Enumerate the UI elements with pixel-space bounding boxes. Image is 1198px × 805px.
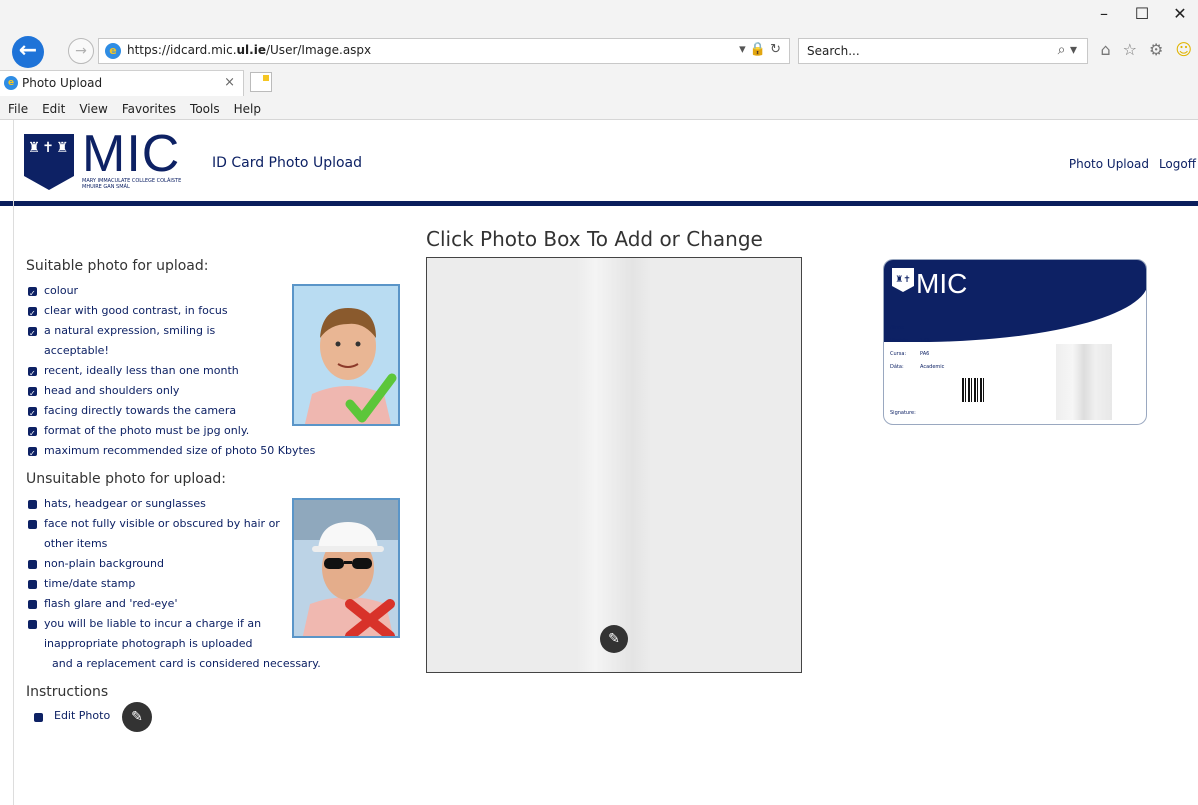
id-card-photo (1056, 344, 1112, 420)
suitable-example-photo (292, 284, 400, 426)
id-card-logo: ♜✝ MIC (892, 268, 967, 300)
id-card-field: Uimhir: 141 (890, 338, 930, 344)
unsuitable-example-photo (292, 498, 400, 638)
signature-label: Signature: (890, 410, 916, 416)
checkbox-icon (28, 444, 37, 464)
edit-photo-label: Edit Photo (54, 709, 111, 722)
search-box[interactable]: Search... ⌕ ▾ (798, 38, 1088, 64)
browser-tools: ⌂ ☆ ⚙ ☺ (1100, 40, 1192, 59)
pencil-icon[interactable]: ✎ (600, 625, 628, 653)
photo-box[interactable] (426, 257, 802, 673)
list-item: head and shoulders only (26, 381, 288, 404)
minimize-icon[interactable]: – (1096, 4, 1112, 23)
list-item: hats, headgear or sunglasses (26, 494, 288, 514)
list-item: time/date stamp (26, 574, 288, 594)
list-item: clear with good contrast, in focus (26, 301, 288, 324)
address-text: https://idcard.mic.ul.ie/User/Image.aspx (127, 43, 372, 57)
bullet-icon (28, 620, 37, 629)
id-card-field: Dáta: Academic (890, 364, 945, 370)
menu-view[interactable]: View (79, 98, 107, 120)
browser-chrome: – ☐ ✕ ← → e https://idcard.mic.ul.ie/Use… (0, 0, 1198, 120)
checkbox-icon (28, 424, 37, 444)
bullet-icon (28, 600, 37, 609)
close-icon[interactable]: ✕ (1172, 4, 1188, 23)
logo-text: MIC (82, 125, 181, 183)
crest-icon: ♜✝ (892, 268, 914, 292)
suitable-photo-image (294, 286, 398, 424)
bullet-icon (34, 713, 43, 722)
back-button[interactable]: ← (12, 36, 44, 68)
menu-file[interactable]: File (8, 98, 28, 120)
feedback-smiley-icon[interactable]: ☺ (1175, 40, 1192, 59)
menu-help[interactable]: Help (234, 98, 261, 120)
barcode-icon (962, 378, 984, 402)
list-item: colour (26, 281, 288, 304)
id-card-field: Cursa: PA6 (890, 351, 930, 357)
home-icon[interactable]: ⌂ (1100, 40, 1110, 59)
header-nav: Photo Upload Logoff (1069, 157, 1196, 171)
instructions-row: Edit Photo ✎ (26, 702, 406, 736)
new-tab-button[interactable] (250, 72, 272, 92)
bullet-icon (28, 560, 37, 569)
tab-close-icon[interactable]: × (224, 75, 235, 90)
id-card-preview: ♜✝ MIC Ainm: Uimhir: 141 Cursa: PA6 Dáta: Ac… (883, 259, 1147, 425)
bullet-icon (28, 520, 37, 529)
menu-tools[interactable]: Tools (190, 98, 220, 120)
ie-tab-icon: e (4, 76, 18, 90)
bullet-icon (28, 580, 37, 589)
checkbox-icon (28, 364, 37, 384)
list-item: format of the photo must be jpg only. (26, 421, 288, 444)
suitable-title: Suitable photo for upload: (26, 258, 209, 274)
browser-tab[interactable]: e Photo Upload × (0, 70, 244, 96)
nav-logoff-link[interactable]: Logoff (1159, 157, 1196, 171)
address-bar-controls[interactable]: ▾ 🔒 ↻ (739, 42, 781, 57)
menu-favorites[interactable]: Favorites (122, 98, 176, 120)
nav-photo-upload-link[interactable]: Photo Upload (1069, 157, 1149, 171)
crest-icon: ♜✝♜ (24, 134, 74, 190)
logo-subtitle: MARY IMMACULATE COLLEGE COLÁISTE MHUIRE … (82, 178, 182, 190)
list-item: flash glare and 'red-eye' (26, 594, 288, 614)
id-card-field: Ainm: (890, 325, 905, 331)
bullet-icon (28, 500, 37, 509)
photo-box-title: Click Photo Box To Add or Change (426, 227, 763, 251)
tab-title: Photo Upload (22, 76, 103, 90)
list-item: recent, ideally less than one month (26, 361, 288, 384)
id-card-fields: Ainm: Uimhir: 141 Cursa: PA6 Dáta: Academic (890, 322, 990, 374)
checkbox-icon (28, 384, 37, 404)
page-left-edge (0, 120, 14, 805)
favorites-star-icon[interactable]: ☆ (1123, 40, 1137, 59)
window-controls: – ☐ ✕ (1096, 4, 1188, 23)
mic-logo[interactable]: ♜✝♜ MIC MARY IMMACULATE COLLEGE COLÁISTE… (24, 125, 184, 190)
checkbox-icon (28, 404, 37, 424)
list-item: you will be liable to incur a charge if … (26, 614, 288, 654)
pencil-icon[interactable]: ✎ (122, 702, 152, 732)
search-icon[interactable]: ⌕ ▾ (1058, 42, 1077, 58)
list-item: non-plain background (26, 554, 288, 574)
instructions-title: Instructions (26, 684, 109, 700)
checkbox-icon (28, 284, 37, 304)
menu-bar: File Edit View Favorites Tools Help (0, 98, 1198, 120)
checkbox-icon (28, 324, 37, 344)
list-item: face not fully visible or obscured by ha… (26, 514, 288, 554)
list-item: facing directly towards the camera (26, 401, 288, 424)
forward-button[interactable]: → (68, 38, 94, 64)
maximize-icon[interactable]: ☐ (1134, 4, 1150, 23)
checkbox-icon (28, 304, 37, 324)
unsuitable-title: Unsuitable photo for upload: (26, 471, 227, 487)
gear-icon[interactable]: ⚙ (1149, 40, 1163, 59)
search-input[interactable]: Search... (807, 44, 860, 58)
ie-icon: e (105, 43, 121, 59)
unsuitable-photo-image (294, 500, 398, 636)
page-title: ID Card Photo Upload (212, 155, 363, 171)
site-header: ♜✝♜ MIC MARY IMMACULATE COLLEGE COLÁISTE… (0, 122, 1198, 206)
menu-edit[interactable]: Edit (42, 98, 65, 120)
address-bar[interactable]: e https://idcard.mic.ul.ie/User/Image.as… (98, 38, 790, 64)
list-item: maximum recommended size of photo 50 Kby… (26, 441, 366, 464)
list-item: a natural expression, smiling is accepta… (26, 321, 256, 361)
list-item: and a replacement card is considered nec… (52, 657, 321, 670)
navigation-bar: ← → e https://idcard.mic.ul.ie/User/Imag… (6, 32, 1192, 68)
